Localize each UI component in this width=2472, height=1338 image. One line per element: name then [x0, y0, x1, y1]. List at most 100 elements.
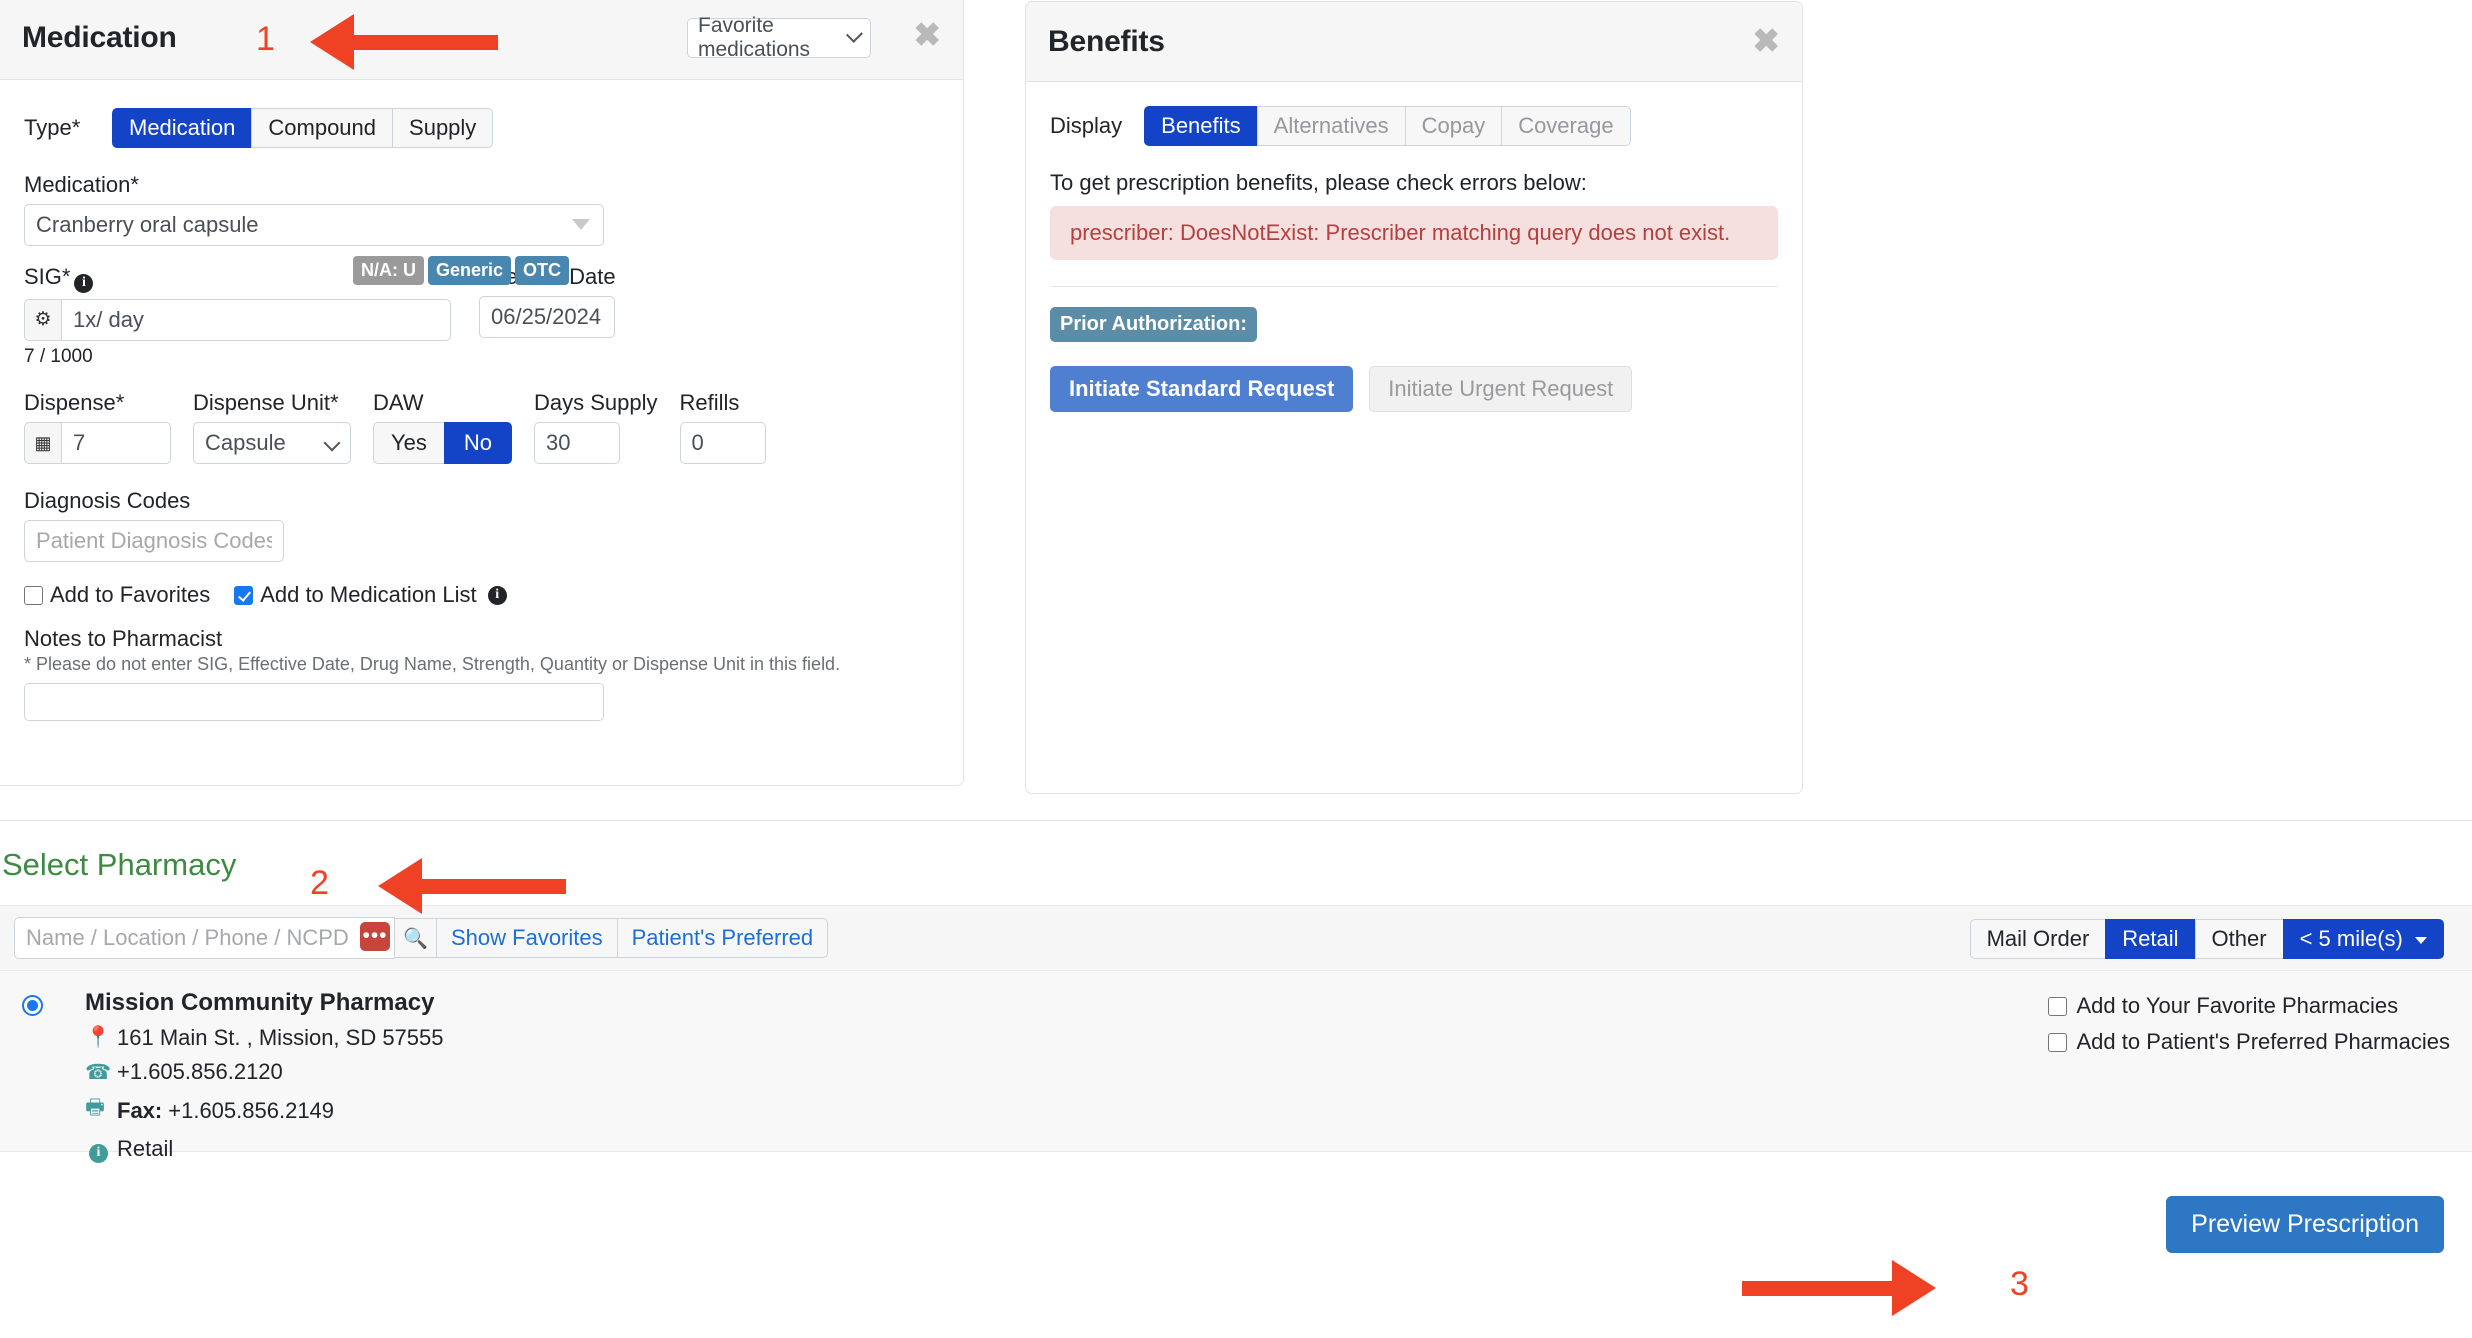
- daw-label: DAW: [373, 389, 424, 415]
- distance-filter-label: < 5 mile(s): [2299, 926, 2403, 951]
- pharmacy-checkbox-group: Add to Your Favorite Pharmacies Add to P…: [2047, 993, 2451, 1055]
- dispense-unit-select[interactable]: [193, 422, 351, 465]
- close-icon[interactable]: ✖: [913, 18, 941, 51]
- favorites-checkbox-row: Add to Favorites Add to Medication List …: [24, 582, 939, 608]
- arrow-head-icon: [310, 14, 354, 70]
- display-tabs-row: Display Benefits Alternatives Copay Cove…: [1050, 106, 1778, 147]
- dispense-unit-select-wrap: [193, 422, 351, 465]
- status-badge-otc: OTC: [515, 256, 569, 286]
- favorite-medications-select[interactable]: Favorite medications: [687, 14, 871, 61]
- show-favorites-button[interactable]: Show Favorites: [437, 918, 618, 958]
- dispense-unit-block: Dispense Unit*: [193, 390, 351, 465]
- filter-other[interactable]: Other: [2194, 919, 2283, 960]
- medication-field-block: Medication* N/A: U Generic OTC: [24, 172, 939, 286]
- days-supply-label: Days Supply: [534, 390, 658, 416]
- arrow-head-icon: [1892, 1260, 1936, 1316]
- prior-authorization-badge: Prior Authorization:: [1050, 307, 1258, 343]
- pharmacy-select-radio[interactable]: [22, 995, 43, 1016]
- select-pharmacy-header: Select Pharmacy: [0, 821, 2472, 905]
- daw-option-yes[interactable]: Yes: [373, 421, 444, 465]
- type-option-compound[interactable]: Compound: [251, 108, 393, 149]
- benefits-panel: Benefits ✖ Display Benefits Alternatives…: [1025, 1, 1803, 794]
- add-favorite-pharmacy-checkbox[interactable]: Add to Your Favorite Pharmacies: [2047, 993, 2451, 1019]
- tab-copay[interactable]: Copay: [1404, 106, 1502, 147]
- error-alert: prescriber: DoesNotExist: Prescriber mat…: [1050, 206, 1778, 261]
- daw-option-no[interactable]: No: [443, 421, 513, 465]
- medication-input[interactable]: [24, 204, 604, 247]
- type-label: Type*: [24, 115, 81, 141]
- checkbox-checked-icon[interactable]: [234, 585, 254, 605]
- calculator-icon[interactable]: ▦: [24, 422, 61, 465]
- checkbox-icon[interactable]: [24, 585, 43, 605]
- initiate-standard-request-button[interactable]: Initiate Standard Request: [1050, 366, 1354, 413]
- info-icon[interactable]: i: [487, 585, 507, 605]
- filter-retail[interactable]: Retail: [2105, 919, 2195, 960]
- close-icon[interactable]: ✖: [1752, 24, 1780, 57]
- dispense-label: Dispense*: [24, 390, 125, 416]
- pharmacy-name: Mission Community Pharmacy: [85, 989, 435, 1016]
- pharmacy-result-row[interactable]: Mission Community Pharmacy 📍 161 Main St…: [0, 971, 2472, 1163]
- benefits-tab-group: Benefits Alternatives Copay Coverage: [1144, 106, 1631, 147]
- favorite-medications-value: Favorite medications: [698, 14, 811, 61]
- gear-icon[interactable]: ⚙: [24, 298, 61, 341]
- pharmacy-search-input[interactable]: [14, 917, 395, 959]
- patients-preferred-button[interactable]: Patient's Preferred: [617, 918, 829, 958]
- effective-date-input[interactable]: [479, 296, 615, 339]
- type-option-medication[interactable]: Medication: [112, 108, 252, 149]
- distance-filter-dropdown[interactable]: < 5 mile(s): [2282, 919, 2444, 960]
- benefits-title: Benefits: [1048, 24, 1165, 58]
- status-badge-na: N/A: U: [352, 256, 424, 286]
- tab-coverage[interactable]: Coverage: [1501, 106, 1631, 147]
- page-title: Medication: [22, 20, 177, 54]
- add-to-medication-list-checkbox[interactable]: Add to Medication List i: [234, 582, 507, 608]
- add-preferred-pharmacy-checkbox[interactable]: Add to Patient's Preferred Pharmacies: [2047, 1029, 2450, 1055]
- filter-mail-order[interactable]: Mail Order: [1969, 919, 2106, 960]
- dispense-input[interactable]: [61, 422, 171, 465]
- pharmacy-phone-line: ☎ +1.605.856.2120: [85, 1059, 444, 1085]
- phone-icon: ☎: [85, 1060, 112, 1084]
- fax-icon: 🖶: [85, 1096, 105, 1119]
- initiate-urgent-request-button[interactable]: Initiate Urgent Request: [1369, 366, 1633, 413]
- benefits-message: To get prescription benefits, please che…: [1050, 170, 1587, 196]
- type-option-supply[interactable]: Supply: [392, 108, 494, 149]
- refills-block: Refills: [679, 390, 766, 465]
- more-options-icon[interactable]: •••: [360, 922, 390, 951]
- preview-prescription-button[interactable]: Preview Prescription: [2166, 1196, 2444, 1253]
- add-to-medication-list-label: Add to Medication List: [260, 582, 477, 608]
- search-icon[interactable]: 🔍: [395, 918, 437, 958]
- medication-badges: N/A: U Generic OTC: [352, 256, 569, 286]
- notes-block: Notes to Pharmacist * Please do not ente…: [24, 626, 939, 727]
- checkbox-icon[interactable]: [2047, 996, 2067, 1016]
- refills-label: Refills: [679, 390, 740, 416]
- tab-alternatives[interactable]: Alternatives: [1256, 106, 1405, 147]
- add-to-favorites-checkbox[interactable]: Add to Favorites: [24, 582, 210, 608]
- checkbox-icon[interactable]: [2047, 1032, 2067, 1052]
- arrow-shaft: [422, 879, 566, 894]
- pharmacy-address: 161 Main St. , Mission, SD 57555: [117, 1025, 444, 1050]
- annotation-marker-2: 2: [310, 864, 329, 902]
- days-supply-input[interactable]: [534, 422, 621, 465]
- diagnosis-codes-label: Diagnosis Codes: [24, 488, 191, 514]
- benefits-panel-header: Benefits ✖: [1026, 2, 1802, 82]
- dispense-input-group: ▦: [24, 422, 171, 465]
- caret-down-icon: [572, 219, 590, 231]
- pharmacy-details: Mission Community Pharmacy 📍 161 Main St…: [85, 989, 444, 1163]
- diagnosis-codes-input[interactable]: [24, 520, 284, 563]
- notes-to-pharmacist-label: Notes to Pharmacist: [24, 626, 223, 652]
- sig-input[interactable]: [61, 298, 451, 341]
- pharmacy-search-input-wrap: •••: [14, 917, 395, 959]
- select-pharmacy-title: Select Pharmacy: [2, 847, 237, 882]
- benefits-panel-body: Display Benefits Alternatives Copay Cove…: [1026, 82, 1802, 436]
- diagnosis-block: Diagnosis Codes: [24, 488, 939, 563]
- status-badge-generic: Generic: [427, 256, 511, 286]
- notes-to-pharmacist-input[interactable]: [24, 683, 604, 722]
- info-icon[interactable]: i: [74, 273, 94, 293]
- tab-benefits[interactable]: Benefits: [1144, 106, 1257, 147]
- arrow-shaft: [1742, 1281, 1892, 1296]
- refills-input[interactable]: [679, 422, 766, 465]
- select-pharmacy-section: Select Pharmacy ••• 🔍 Show Favorites Pat…: [0, 820, 2472, 1272]
- annotation-marker-1: 1: [256, 20, 275, 58]
- pharmacy-fax-line: 🖶 Fax: +1.605.856.2149: [85, 1093, 444, 1128]
- pharmacy-footer: Preview Prescription: [0, 1152, 2472, 1272]
- medication-select-wrap: [24, 204, 604, 247]
